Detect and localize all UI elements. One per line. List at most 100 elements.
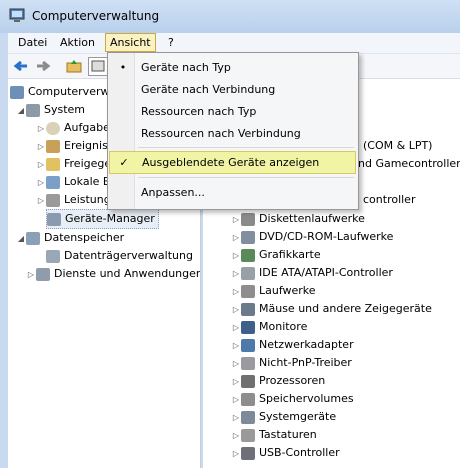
device-category-icon <box>241 266 255 280</box>
expanded-arrow-icon[interactable]: ◢ <box>16 230 26 248</box>
radio-dot-icon: • <box>119 61 127 74</box>
menu-item-ausgeblendete-geraete[interactable]: ✓ Ausgeblendete Geräte anzeigen <box>109 151 356 174</box>
device-category-label: Grafikkarte <box>259 248 321 261</box>
menu-item-ressourcen-nach-verbindung[interactable]: Ressourcen nach Verbindung <box>109 123 356 144</box>
collapsed-arrow-icon[interactable]: ▷ <box>36 156 46 174</box>
device-category-icon <box>241 392 255 406</box>
device-category-icon <box>241 410 255 424</box>
device-category-label: Monitore <box>259 320 308 333</box>
storage-icon <box>26 231 40 245</box>
device-category-item[interactable]: ▷ Tastaturen <box>231 426 317 444</box>
menu-aktion[interactable]: Aktion <box>56 35 99 51</box>
device-category-item[interactable]: ▷ Monitore <box>231 318 307 336</box>
forward-arrow-icon[interactable] <box>35 58 51 77</box>
collapsed-arrow-icon[interactable]: ▷ <box>231 247 241 265</box>
collapsed-arrow-icon[interactable]: ▷ <box>26 266 36 284</box>
collapsed-arrow-icon[interactable]: ▷ <box>231 337 241 355</box>
tree-item-datenspeicher[interactable]: ◢ Datenspeicher <box>16 229 124 247</box>
computer-icon <box>10 85 24 99</box>
device-category-icon <box>241 446 255 460</box>
device-category-label: Mäuse und andere Zeigegeräte <box>259 302 432 315</box>
device-category-icon <box>241 284 255 298</box>
device-category-icon <box>241 374 255 388</box>
tree-item-system[interactable]: ◢ System <box>16 101 85 119</box>
tree-item-dienste[interactable]: ▷ Dienste und Anwendungen <box>26 265 200 284</box>
collapsed-arrow-icon[interactable]: ▷ <box>36 120 46 138</box>
device-category-label: Systemgeräte <box>259 410 337 423</box>
console-tree-icon[interactable] <box>88 57 108 76</box>
menu-help[interactable]: ? <box>164 35 178 51</box>
collapsed-arrow-icon[interactable]: ▷ <box>231 229 241 247</box>
event-viewer-icon <box>46 139 60 153</box>
device-category-item[interactable]: ▷ Diskettenlaufwerke <box>231 210 365 228</box>
device-category-item[interactable]: ▷ USB-Controller <box>231 444 340 462</box>
device-category-label: Netzwerkadapter <box>259 338 354 351</box>
device-category-icon <box>241 212 255 226</box>
collapsed-arrow-icon[interactable]: ▷ <box>231 409 241 427</box>
device-category-item[interactable]: ▷ Grafikkarte <box>231 246 321 264</box>
menu-item-geraete-nach-verbindung[interactable]: Geräte nach Verbindung <box>109 79 356 100</box>
device-category-label: Prozessoren <box>259 374 326 387</box>
device-category-item[interactable]: ▷ DVD/CD-ROM-Laufwerke <box>231 228 393 246</box>
device-category-item[interactable]: ▷ Nicht-PnP-Treiber <box>231 354 352 372</box>
services-icon <box>36 267 50 281</box>
device-manager-icon <box>47 212 61 226</box>
device-category-icon <box>241 230 255 244</box>
device-category-label: Diskettenlaufwerke <box>259 212 365 225</box>
device-category-item[interactable]: ▷ Systemgeräte <box>231 408 336 426</box>
collapsed-arrow-icon[interactable]: ▷ <box>231 301 241 319</box>
disk-management-icon <box>46 249 60 263</box>
expanded-arrow-icon[interactable]: ◢ <box>16 102 26 120</box>
device-item-controller-partial[interactable]: controller <box>363 191 415 209</box>
device-item-gamecontroller-partial[interactable]: nd Gamecontroller <box>358 155 460 173</box>
device-item-ports-partial[interactable]: (COM & LPT) <box>363 137 432 155</box>
tree-item-datentraegerverwaltung[interactable]: Datenträgerverwaltung <box>46 247 193 265</box>
collapsed-arrow-icon[interactable]: ▷ <box>36 138 46 156</box>
device-category-label: Nicht-PnP-Treiber <box>259 356 352 369</box>
device-category-item[interactable]: ▷ IDE ATA/ATAPI-Controller <box>231 264 393 282</box>
collapsed-arrow-icon[interactable]: ▷ <box>36 174 46 192</box>
menu-item-anpassen[interactable]: Anpassen... <box>109 182 356 203</box>
collapsed-arrow-icon[interactable]: ▷ <box>231 391 241 409</box>
device-category-item[interactable]: ▷ Prozessoren <box>231 372 325 390</box>
device-category-icon <box>241 356 255 370</box>
collapsed-arrow-icon[interactable]: ▷ <box>231 373 241 391</box>
device-category-item[interactable]: ▷ Laufwerke <box>231 282 316 300</box>
checkmark-icon: ✓ <box>119 156 129 169</box>
collapsed-arrow-icon[interactable]: ▷ <box>231 211 241 229</box>
shared-folder-icon <box>46 157 60 171</box>
collapsed-arrow-icon[interactable]: ▷ <box>36 192 46 210</box>
tree-item-geraete-manager[interactable]: Geräte-Manager <box>46 209 159 229</box>
back-arrow-icon[interactable] <box>13 58 29 77</box>
menu-item-ressourcen-nach-typ[interactable]: Ressourcen nach Typ <box>109 101 356 122</box>
collapsed-arrow-icon[interactable]: ▷ <box>231 283 241 301</box>
device-category-icon <box>241 302 255 316</box>
device-category-label: IDE ATA/ATAPI-Controller <box>259 266 393 279</box>
menu-ansicht[interactable]: Ansicht <box>105 33 156 52</box>
menu-bar: Datei Aktion Ansicht ? <box>8 33 460 54</box>
collapsed-arrow-icon[interactable]: ▷ <box>231 427 241 445</box>
device-category-item[interactable]: ▷ Netzwerkadapter <box>231 336 354 354</box>
users-icon <box>46 175 60 189</box>
ansicht-dropdown-menu: • Geräte nach Typ Geräte nach Verbindung… <box>107 52 359 210</box>
collapsed-arrow-icon[interactable]: ▷ <box>231 445 241 463</box>
device-category-item[interactable]: ▷ Speichervolumes <box>231 390 354 408</box>
device-category-label: Laufwerke <box>259 284 316 297</box>
device-category-label: DVD/CD-ROM-Laufwerke <box>259 230 394 243</box>
window-title: Computerverwaltung <box>32 9 160 23</box>
device-category-icon <box>241 248 255 262</box>
device-category-icon <box>241 428 255 442</box>
collapsed-arrow-icon[interactable]: ▷ <box>231 355 241 373</box>
menu-item-geraete-nach-typ[interactable]: • Geräte nach Typ <box>109 57 356 78</box>
menu-separator <box>138 177 354 178</box>
device-category-icon <box>241 320 255 334</box>
clock-icon <box>46 121 60 135</box>
tree-item-leistung[interactable]: ▷ Leistung <box>36 191 111 209</box>
device-category-item[interactable]: ▷ Mäuse und andere Zeigegeräte <box>231 300 432 318</box>
device-category-label: Speichervolumes <box>259 392 354 405</box>
collapsed-arrow-icon[interactable]: ▷ <box>231 319 241 337</box>
performance-icon <box>46 193 60 207</box>
menu-datei[interactable]: Datei <box>14 35 51 51</box>
folder-up-icon[interactable] <box>66 58 82 77</box>
collapsed-arrow-icon[interactable]: ▷ <box>231 265 241 283</box>
